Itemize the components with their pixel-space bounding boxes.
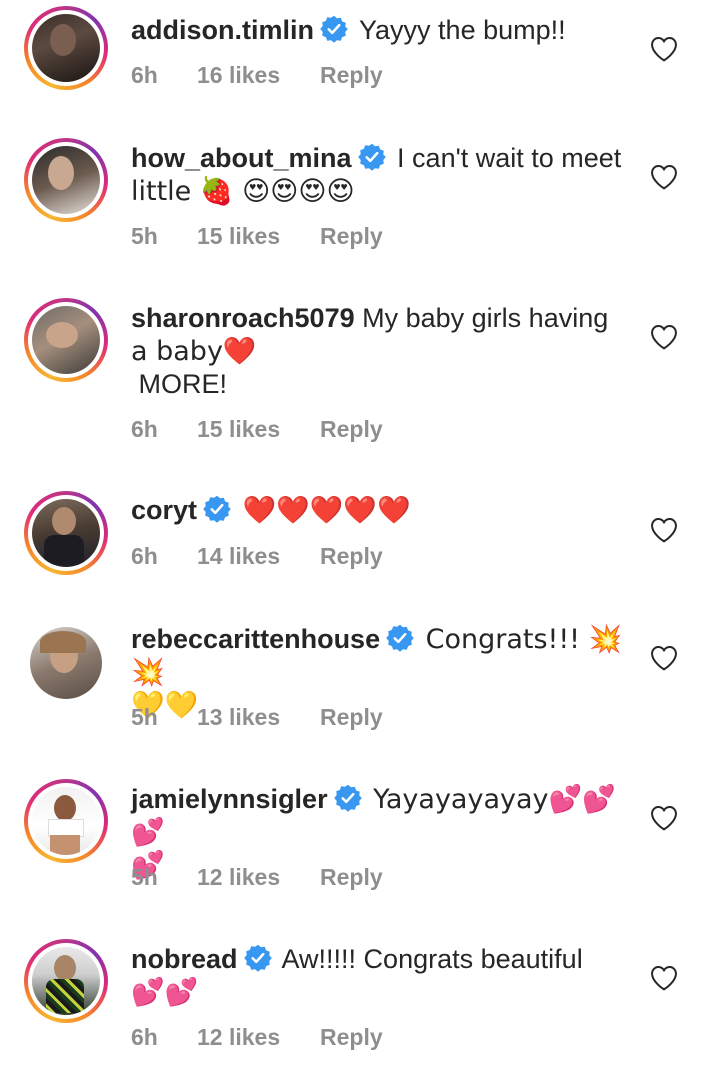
comment-likes[interactable]: 14 likes <box>197 543 317 570</box>
comment-likes[interactable]: 12 likes <box>197 1024 317 1051</box>
comment-text: Yayyy the bump!! <box>359 15 566 45</box>
comment-text-continued: 💕💕 <box>131 977 199 1008</box>
heart-outline-icon[interactable] <box>650 517 678 543</box>
comment-username[interactable]: addison.timlin <box>131 15 314 45</box>
comment-likes[interactable]: 12 likes <box>197 864 317 891</box>
avatar[interactable] <box>24 621 108 705</box>
comment-text: Aw!!!!! Congrats beautiful <box>281 944 583 974</box>
comment-time: 5h <box>131 223 158 249</box>
heart-outline-icon[interactable] <box>650 36 678 62</box>
comment-likes[interactable]: 13 likes <box>197 704 317 731</box>
reply-button[interactable]: Reply <box>320 704 400 731</box>
comment-text: ❤️❤️❤️❤️❤️ <box>242 495 411 526</box>
reply-button[interactable]: Reply <box>320 864 400 891</box>
comment-text-continued: little 🍓 😍😍😍😍 <box>131 176 355 207</box>
verified-badge-icon <box>334 784 362 812</box>
comment-username[interactable]: coryt <box>131 495 197 525</box>
comment-text: My baby girls having <box>362 303 609 333</box>
verified-badge-icon <box>386 624 414 652</box>
avatar[interactable] <box>24 491 108 575</box>
avatar[interactable] <box>24 298 108 382</box>
reply-button[interactable]: Reply <box>320 223 400 250</box>
reply-button[interactable]: Reply <box>320 62 400 89</box>
comment-username[interactable]: jamielynnsigler <box>131 784 328 814</box>
heart-outline-icon[interactable] <box>650 965 678 991</box>
reply-button[interactable]: Reply <box>320 1024 400 1051</box>
verified-badge-icon <box>320 15 348 43</box>
comment-time: 6h <box>131 1024 158 1050</box>
comment-time: 6h <box>131 62 158 88</box>
heart-outline-icon[interactable] <box>650 324 678 350</box>
avatar[interactable] <box>24 779 108 863</box>
comment-username[interactable]: how_about_mina <box>131 143 352 173</box>
heart-outline-icon[interactable] <box>650 645 678 671</box>
comment-username[interactable]: nobread <box>131 944 238 974</box>
comment-time: 5h <box>131 704 158 730</box>
comment-text-continued: MORE! <box>131 369 228 399</box>
comment-likes[interactable]: 15 likes <box>197 223 317 250</box>
reply-button[interactable]: Reply <box>320 543 400 570</box>
verified-badge-icon <box>244 944 272 972</box>
heart-outline-icon[interactable] <box>650 164 678 190</box>
comment-time: 6h <box>131 543 158 569</box>
avatar[interactable] <box>24 939 108 1023</box>
comment-time: 6h <box>131 416 158 442</box>
comment-username[interactable]: rebeccarittenhouse <box>131 624 380 654</box>
verified-badge-icon <box>203 495 231 523</box>
comment-text-continued: a baby❤️ <box>131 336 257 367</box>
avatar[interactable] <box>24 6 108 90</box>
comment-time: 5h <box>131 864 158 890</box>
heart-outline-icon[interactable] <box>650 805 678 831</box>
comment-text: I can't wait to meet <box>397 143 622 173</box>
verified-badge-icon <box>358 143 386 171</box>
comment-likes[interactable]: 16 likes <box>197 62 317 89</box>
comment-likes[interactable]: 15 likes <box>197 416 317 443</box>
reply-button[interactable]: Reply <box>320 416 400 443</box>
avatar[interactable] <box>24 138 108 222</box>
comment-username[interactable]: sharonroach5079 <box>131 303 355 333</box>
